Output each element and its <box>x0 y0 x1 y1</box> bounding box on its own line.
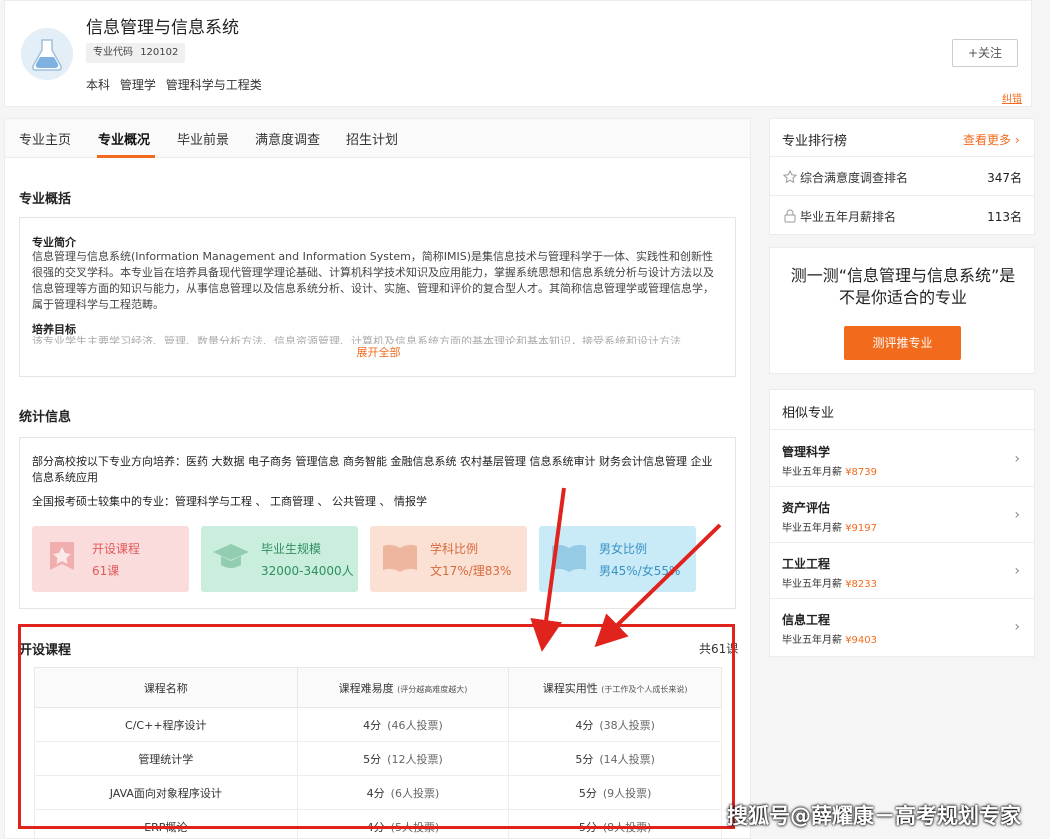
book-icon <box>552 544 586 572</box>
ranking-label: 毕业五年月薪排名 <box>800 210 897 224</box>
category-degree: 本科 <box>86 78 111 92</box>
watermark-text: 搜狐号@薛耀康－高考规划专家 <box>727 804 1021 828</box>
stat-value: 文17%/理83% <box>430 564 512 578</box>
book-icon <box>383 544 417 572</box>
stat-card-subject-ratio[interactable]: 学科比例 文17%/理83% <box>370 526 527 592</box>
ranking-card: 专业排行榜 查看更多 › 综合满意度调查排名 347名 毕业五年月薪排名 113… <box>769 118 1035 235</box>
intro-heading: 专业简介 <box>32 236 76 249</box>
ranking-header: 专业排行榜 查看更多 › <box>770 119 1034 157</box>
directions-label: 部分高校按以下专业方向培养： <box>32 455 186 468</box>
follow-button[interactable]: +关注 <box>952 39 1018 67</box>
masters-line: 全国报考硕士较集中的专业：管理科学与工程 、 工商管理 、 公共管理 、 情报学 <box>32 494 722 510</box>
expand-all-link[interactable]: 展开全部 <box>20 344 737 360</box>
similar-majors-card: 相似专业 管理科学 毕业五年月薪 ¥8739 › 资产评估 毕业五年月薪 ¥91… <box>769 389 1035 657</box>
major-code-value: 120102 <box>140 47 179 58</box>
similar-salary: 毕业五年月薪 ¥9197 <box>782 523 877 534</box>
stat-label: 毕业生规模 <box>261 542 322 556</box>
stats-box: 部分高校按以下专业方向培养：医药 大数据 电子商务 管理信息 商务智能 金融信息… <box>19 437 736 609</box>
overview-section-title: 专业概括 <box>19 192 72 207</box>
similar-salary: 毕业五年月薪 ¥8233 <box>782 579 877 590</box>
similar-item[interactable]: 管理科学 毕业五年月薪 ¥8739 › <box>770 431 1034 487</box>
major-title: 信息管理与信息系统 <box>86 18 239 38</box>
ranking-value: 347名 <box>987 171 1022 185</box>
major-categories: 本科 管理学 管理科学与工程类 <box>86 76 268 93</box>
badge-icon <box>50 542 74 570</box>
similar-item[interactable]: 资产评估 毕业五年月薪 ¥9197 › <box>770 487 1034 543</box>
stat-label: 开设课程 <box>92 542 141 556</box>
tab-home[interactable]: 专业主页 <box>19 129 71 148</box>
similar-name: 管理科学 <box>782 445 831 459</box>
category-discipline: 管理学 <box>119 78 156 92</box>
chevron-right-icon: › <box>1014 451 1020 467</box>
category-class: 管理科学与工程类 <box>165 78 262 92</box>
graduation-cap-icon <box>213 544 249 568</box>
stat-value: 男45%/女55% <box>599 564 681 578</box>
similar-salary: 毕业五年月薪 ¥9403 <box>782 635 877 646</box>
star-icon <box>783 170 797 184</box>
similar-name: 信息工程 <box>782 613 831 627</box>
masters-list: 管理科学与工程 、 工商管理 、 公共管理 、 情报学 <box>175 495 427 508</box>
tab-bar: 专业主页 专业概况 毕业前景 满意度调查 招生计划 <box>5 119 750 158</box>
major-code-label: 专业代码 <box>93 47 133 58</box>
stat-label: 男女比例 <box>599 542 648 556</box>
stats-section-title: 统计信息 <box>19 410 72 425</box>
stat-value: 61课 <box>92 564 120 578</box>
ranking-value: 113名 <box>987 210 1022 224</box>
ranking-label: 综合满意度调查排名 <box>800 171 909 185</box>
test-card: 测一测“信息管理与信息系统”是不是你适合的专业 测评推专业 <box>769 247 1035 374</box>
chevron-right-icon: › <box>1014 619 1020 635</box>
similar-title: 相似专业 <box>782 406 835 421</box>
ranking-row-salary[interactable]: 毕业五年月薪排名 113名 <box>770 197 1034 235</box>
ranking-row-satisfaction[interactable]: 综合满意度调查排名 347名 <box>770 158 1034 196</box>
take-test-button[interactable]: 测评推专业 <box>844 326 961 360</box>
stat-value: 32000-34000人 <box>261 564 354 578</box>
major-header: 信息管理与信息系统 专业代码 120102 本科 管理学 管理科学与工程类 +关… <box>4 0 1032 107</box>
tab-overview[interactable]: 专业概况 <box>98 129 150 148</box>
chevron-right-icon: › <box>1014 563 1020 579</box>
ranking-title: 专业排行榜 <box>782 134 848 149</box>
lock-icon <box>784 209 796 223</box>
stat-card-graduates[interactable]: 毕业生规模 32000-34000人 <box>201 526 358 592</box>
goal-text-preview: 该专业学生主要学习经济、管理、数量分析方法、信息资源管理、计算机及信息系统方面的… <box>32 335 681 344</box>
stat-card-gender-ratio[interactable]: 男女比例 男45%/女55% <box>539 526 696 592</box>
stat-label: 学科比例 <box>430 542 479 556</box>
similar-salary: 毕业五年月薪 ¥8739 <box>782 467 877 478</box>
tab-satisfaction[interactable]: 满意度调查 <box>255 129 320 148</box>
tab-enrollment[interactable]: 招生计划 <box>346 129 398 148</box>
annotation-highlight-frame <box>18 624 735 829</box>
active-tab-indicator <box>97 155 155 158</box>
masters-label: 全国报考硕士较集中的专业： <box>32 495 175 508</box>
flask-logo-icon <box>21 28 73 80</box>
similar-item[interactable]: 工业工程 毕业五年月薪 ¥8233 › <box>770 543 1034 599</box>
similar-name: 资产评估 <box>782 501 831 515</box>
stat-card-courses[interactable]: 开设课程 61课 <box>32 526 189 592</box>
tab-prospects[interactable]: 毕业前景 <box>177 129 229 148</box>
overview-box: 专业简介 信息管理与信息系统(Information Management an… <box>19 217 736 377</box>
major-code-badge: 专业代码 120102 <box>86 43 186 63</box>
directions-line: 部分高校按以下专业方向培养：医药 大数据 电子商务 管理信息 商务智能 金融信息… <box>32 454 722 486</box>
intro-text: 信息管理与信息系统(Information Management and Inf… <box>32 250 714 311</box>
test-prompt: 测一测“信息管理与信息系统”是不是你适合的专业 <box>790 266 1016 307</box>
chevron-right-icon: › <box>1014 133 1020 147</box>
ranking-more-link[interactable]: 查看更多 › <box>963 131 1020 148</box>
report-error-link[interactable]: 纠错 <box>1002 90 1022 105</box>
chevron-right-icon: › <box>1014 507 1020 523</box>
similar-item[interactable]: 信息工程 毕业五年月薪 ¥9403 › <box>770 599 1034 655</box>
similar-header: 相似专业 <box>770 390 1034 430</box>
similar-name: 工业工程 <box>782 557 831 571</box>
